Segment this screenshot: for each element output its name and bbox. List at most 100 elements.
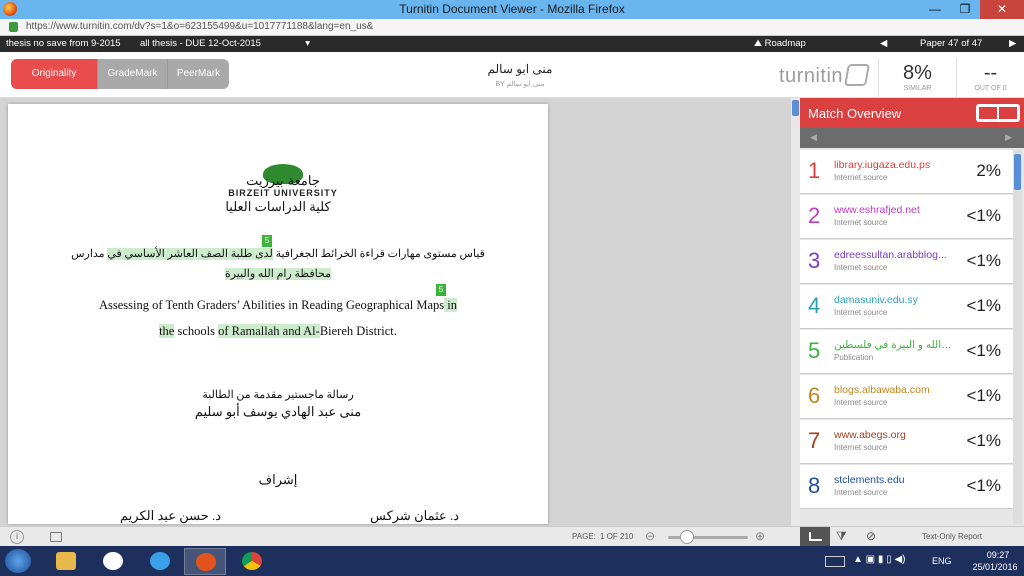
- author-byline: BY منى ابو سالم: [495, 81, 545, 88]
- taskbar-chrome[interactable]: [231, 548, 273, 575]
- panel-scroll-thumb[interactable]: [1014, 154, 1021, 190]
- thesis-label: رسالة ماجستير مقدمة من الطالبة: [202, 389, 354, 401]
- taskbar-ie[interactable]: [139, 548, 181, 575]
- match-item[interactable]: 5 افظة رام الله و البيرة في فلسطين... Publ…: [800, 330, 1013, 374]
- title-en-plain-2: schools: [174, 324, 219, 338]
- match-item[interactable]: 7 www.abegs.org Internet source <1%: [800, 420, 1013, 464]
- supervisor-1: د. عثمان شركس: [370, 508, 460, 523]
- zoom-slider-handle[interactable]: [680, 530, 694, 544]
- match-source[interactable]: stclements.edu: [834, 474, 954, 486]
- title-ar-highlight[interactable]: لدى طلبة الصف العاشر الأساسي في: [107, 248, 273, 260]
- match-badge-2[interactable]: 5: [436, 284, 446, 296]
- tab-peermark[interactable]: PeerMark: [167, 59, 229, 89]
- match-source[interactable]: blogs.albawaba.com: [834, 384, 954, 396]
- chart-view-icon[interactable]: [999, 107, 1017, 119]
- match-item[interactable]: 1 library.iugaza.edu.ps Internet source 2%: [800, 150, 1013, 194]
- title-en-highlight-2a[interactable]: the: [159, 324, 175, 338]
- next-paper-icon[interactable]: ▶: [1009, 38, 1016, 49]
- text-only-report-link[interactable]: Text-Only Report: [922, 532, 982, 541]
- match-item[interactable]: 6 blogs.albawaba.com Internet source <1%: [800, 375, 1013, 419]
- taskbar-explorer[interactable]: [45, 548, 87, 575]
- panel-scrollbar[interactable]: [1013, 150, 1022, 524]
- match-source[interactable]: افظة رام الله و البيرة في فلسطين...: [834, 339, 954, 351]
- document-viewer[interactable]: جامعة بيرزيت BIRZEIT UNIVERSITY كلية الد…: [0, 98, 800, 526]
- match-item[interactable]: 8 stclements.edu Internet source <1%: [800, 465, 1013, 509]
- turnitin-mark-icon: [844, 64, 870, 86]
- title-ar-highlight-2[interactable]: محافظة رام الله والبيرة: [224, 268, 332, 280]
- tab-grademark[interactable]: GradeMark: [97, 59, 167, 89]
- system-tray[interactable]: ▲ ▣ ▮ ▯ ◀): [853, 554, 906, 565]
- keyboard-icon[interactable]: [825, 556, 845, 567]
- list-view-icon[interactable]: [979, 107, 997, 119]
- match-item[interactable]: 4 damasuniv.edu.sy Internet source <1%: [800, 285, 1013, 329]
- panel-title: Match Overview: [808, 106, 902, 121]
- match-percent: <1%: [966, 386, 1002, 405]
- zoom-in-icon[interactable]: ⊕: [755, 529, 765, 543]
- print-icon[interactable]: [50, 532, 62, 542]
- grade-score[interactable]: -- OUT OF 0: [956, 58, 1024, 98]
- match-source[interactable]: www.abegs.org: [834, 429, 954, 441]
- filter-icon[interactable]: ⧩: [836, 529, 847, 544]
- next-match-icon[interactable]: ▶: [1005, 132, 1012, 143]
- match-item[interactable]: 2 www.eshrafjed.net Internet source <1%: [800, 195, 1013, 239]
- exclude-icon[interactable]: ⊘: [866, 529, 876, 543]
- match-number: 5: [808, 338, 821, 363]
- match-overview-button[interactable]: [800, 527, 830, 547]
- address-bar[interactable]: https://www.turnitin.com/dv?s=1&o=623155…: [0, 19, 1024, 36]
- match-percent: 2%: [976, 161, 1001, 180]
- taskbar-app[interactable]: [92, 548, 134, 575]
- match-type: Internet source: [834, 173, 888, 182]
- roadmap-button[interactable]: ⛰ Roadmap: [754, 38, 806, 49]
- restore-button[interactable]: ❐: [950, 0, 980, 19]
- panel-nav: ◀ ▶: [800, 128, 1024, 148]
- assignment-selector[interactable]: all thesis - DUE 12-Oct-2015 ▾: [140, 38, 310, 49]
- match-percent: <1%: [966, 251, 1002, 270]
- zoom-out-icon[interactable]: ⊖: [645, 529, 655, 543]
- title-en-highlight[interactable]: in: [444, 298, 457, 312]
- match-number: 7: [808, 428, 821, 453]
- language-indicator[interactable]: ENG: [932, 556, 952, 566]
- start-button[interactable]: [5, 549, 31, 573]
- viewer-scrollbar[interactable]: [791, 98, 800, 526]
- match-source[interactable]: edreessultan.arabblog...: [834, 249, 954, 261]
- similarity-label: SIMILAR: [903, 85, 932, 92]
- match-number: 6: [808, 383, 821, 408]
- grade-value: --: [983, 62, 998, 84]
- title-en-highlight-2b[interactable]: of Ramallah and Al-: [218, 324, 320, 338]
- clock-time[interactable]: 09:27: [978, 550, 1018, 560]
- folder-icon: [56, 552, 76, 570]
- match-source[interactable]: damasuniv.edu.sy: [834, 294, 954, 306]
- match-item[interactable]: 3 edreessultan.arabblog... Internet source…: [800, 240, 1013, 284]
- url-text[interactable]: https://www.turnitin.com/dv?s=1&o=623155…: [26, 21, 373, 32]
- roadmap-icon: ⛰: [754, 38, 765, 49]
- match-type: Internet source: [834, 398, 888, 407]
- match-type: Publication: [834, 353, 874, 362]
- similarity-value: 8%: [903, 62, 932, 84]
- prev-paper-icon[interactable]: ◀: [880, 38, 887, 49]
- match-source[interactable]: www.eshrafjed.net: [834, 204, 954, 216]
- viewer-scroll-thumb[interactable]: [792, 100, 799, 116]
- tab-originality[interactable]: Originality: [11, 59, 97, 89]
- clock-date[interactable]: 25/01/2016: [968, 562, 1022, 572]
- match-percent: <1%: [966, 431, 1002, 450]
- minimize-button[interactable]: —: [920, 0, 950, 19]
- student-name: منى عبد الهادي يوسف أبو سليم: [194, 404, 362, 419]
- title-ar-plain-end: مدارس: [71, 248, 108, 260]
- match-badge[interactable]: 5: [262, 235, 272, 247]
- match-number: 3: [808, 248, 821, 273]
- match-source[interactable]: library.iugaza.edu.ps: [834, 159, 954, 171]
- prev-match-icon[interactable]: ◀: [810, 132, 817, 143]
- document-page: جامعة بيرزيت BIRZEIT UNIVERSITY كلية الد…: [8, 104, 548, 524]
- turnitin-logo: turnitin: [779, 64, 870, 88]
- match-percent: <1%: [966, 296, 1002, 315]
- info-icon[interactable]: i: [10, 530, 24, 544]
- similarity-score[interactable]: 8% SIMILAR: [878, 58, 956, 98]
- taskbar-firefox[interactable]: [184, 548, 226, 575]
- view-toggle[interactable]: [976, 104, 1020, 122]
- title-en-line-1: Assessing of Tenth Graders’ Abilities in…: [8, 298, 548, 313]
- firefox-icon: [196, 553, 216, 571]
- bar-chart-icon: [809, 532, 822, 541]
- assignment-selector-label: all thesis - DUE 12-Oct-2015: [140, 38, 261, 49]
- window-titlebar: Turnitin Document Viewer - Mozilla Firef…: [0, 0, 1024, 19]
- close-button[interactable]: ✕: [980, 0, 1024, 19]
